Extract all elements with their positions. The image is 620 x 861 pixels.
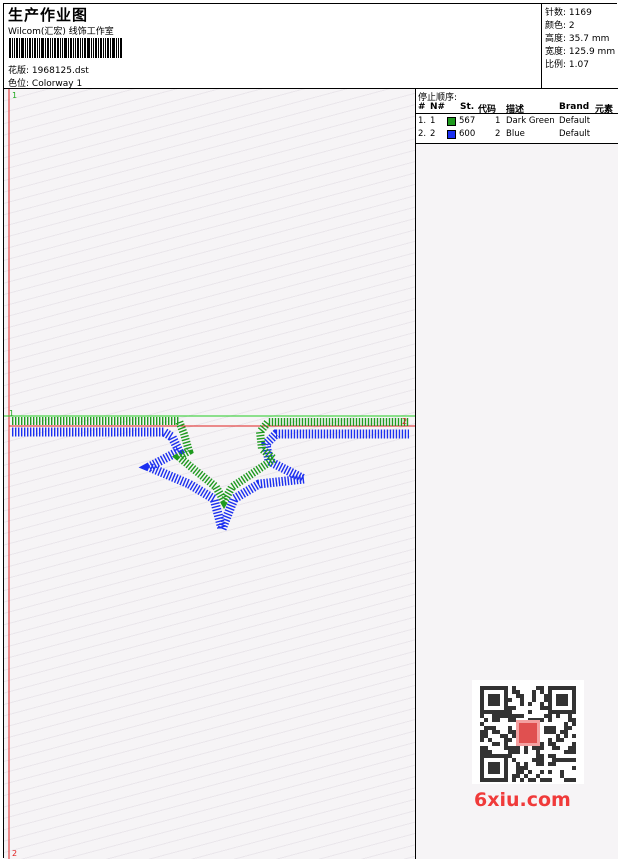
qr-pattern (480, 686, 576, 782)
colorway-label: 色位: (8, 79, 30, 89)
embroidery-preview (4, 89, 415, 859)
table-row: 1. 1 567 1 Dark Green Default (418, 116, 591, 126)
stop-sequence-table: 停止顺序: # N# St. 代码 描述 Brand 元素 1. 1 567 1… (416, 89, 618, 144)
qr-code (472, 680, 584, 784)
stat-height: 高度: 35.7 mm (545, 34, 610, 44)
green-satin-outline (12, 417, 409, 510)
col-stitches: St. (460, 102, 475, 112)
colorway-value: Colorway 1 (31, 79, 83, 89)
barcode (9, 38, 145, 58)
color-swatch (447, 117, 456, 126)
header-info: 生产作业图 Wilcom(汇宏) 线饰工作室 花版: 1968125.dst 色… (4, 4, 542, 89)
design-value: 1968125.dst (31, 66, 89, 76)
mark-mid-left: 1 (9, 409, 15, 418)
mark-mid-right: 2 (402, 417, 408, 426)
mark-top-left: 1 (12, 91, 18, 100)
stat-colors: 颜色: 2 (545, 21, 575, 31)
page-title: 生产作业图 (8, 6, 89, 24)
mark-bottom-left: 2 (12, 849, 18, 858)
stats-panel: 针数: 1169 颜色: 2 高度: 35.7 mm 宽度: 125.9 mm … (542, 4, 618, 89)
design-canvas: 1 2 1 2 (4, 89, 416, 859)
stat-scale: 比例: 1.07 (545, 60, 589, 70)
color-swatch (447, 130, 456, 139)
studio-name: Wilcom(汇宏) 线饰工作室 (8, 27, 114, 37)
green-stitches (12, 417, 409, 510)
design-label: 花版: (8, 66, 30, 76)
design-file: 花版: 1968125.dst (8, 63, 89, 76)
watermark-site: 6xiu.com (474, 789, 571, 811)
table-row: 2. 2 600 2 Blue Default (418, 129, 591, 139)
stat-stitches: 针数: 1169 (545, 8, 592, 18)
col-number: N# (430, 102, 446, 112)
stat-width: 宽度: 125.9 mm (545, 47, 616, 57)
col-index: # (418, 102, 426, 112)
colorway: 色位: Colorway 1 (8, 76, 82, 89)
col-brand: Brand (559, 102, 590, 112)
